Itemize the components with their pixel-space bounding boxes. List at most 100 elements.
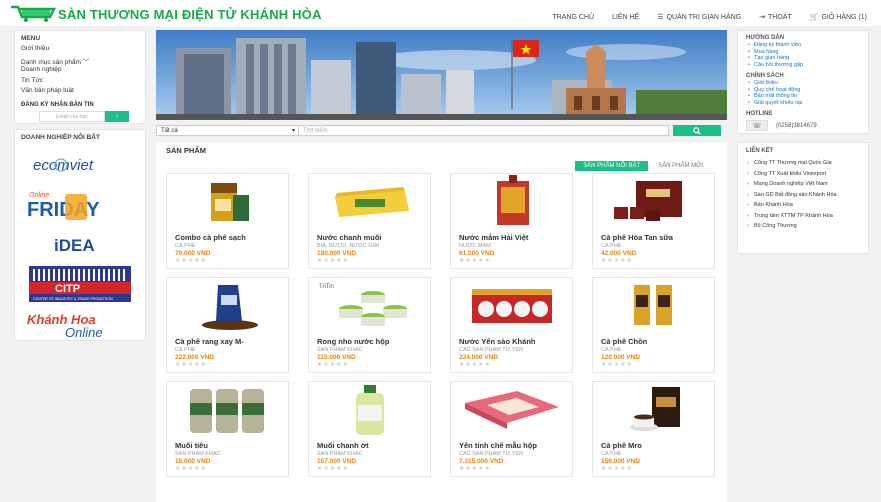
partner-logo-khanhhoa-online[interactable]: Khánh Hoa Online [21, 307, 139, 343]
chevron-down-icon: ﹀ [82, 58, 90, 66]
rating-stars: ★★★★★ [601, 466, 633, 472]
tab-featured[interactable]: SẢN PHẨM NỔI BẬT [575, 161, 649, 171]
fish-sauce-image [496, 175, 529, 225]
menu-item-categories-label: Danh mục sản phẩm [21, 58, 81, 66]
product-card[interactable]: Combo cà phê sạch CÀ PHÊ 70.000 VND ★★★★… [166, 173, 289, 269]
product-category: SẢN PHẨM KHÁC [317, 347, 363, 353]
link-trade-promotion-center[interactable]: Trung tâm XTTM TP Khánh Hòa [746, 213, 860, 220]
main-content: Tất cả ▾ Tìm kiếm SẢN PHẨM SẢN PHẨM NỔI … [156, 30, 727, 502]
product-card[interactable]: Nước mắm Hải Việt NƯỚC MẮM 61.000 VND ★★… [450, 173, 573, 269]
partner-logo-idea[interactable]: iDEA [21, 227, 139, 263]
product-card[interactable]: Cà phê Hòa Tan sữa CÀ PHÊ 42.000 VND ★★★… [592, 173, 715, 269]
nav-home[interactable]: TRANG CHỦ [552, 13, 594, 21]
link-real-estate[interactable]: Sàn GD Bất động sản Khánh Hòa [746, 192, 860, 199]
product-card[interactable]: Muối chanh ớt SẢN PHẨM KHÁC 157.000 VND … [308, 381, 431, 477]
product-category: SẢN PHẨM KHÁC [317, 451, 363, 457]
phone-icon: ☏ [746, 120, 768, 131]
product-tabs: SẢN PHẨM NỔI BẬT SẢN PHẨM MỚI [575, 161, 709, 171]
hero-banner [156, 30, 727, 120]
rating-stars: ★★★★★ [601, 258, 633, 264]
khanhhoa-online-logo: Khánh Hoa Online [27, 312, 103, 340]
citp-sub-text: CENTER OF INDUSTRY & TRADE PROMOTION [33, 297, 113, 301]
product-image: TriTin [309, 278, 430, 334]
seaweed-jars-image: TriTin [319, 284, 407, 326]
product-card[interactable]: Yến tinh chế mẫu hộp CÁC SẢN PHẨM TỪ YẾN… [450, 381, 573, 477]
search-button[interactable] [673, 125, 721, 136]
product-image [167, 278, 288, 334]
links-panel: LIÊN KẾT Cổng TT Thương mại Quốc Gia Cổn… [737, 142, 869, 254]
search-icon [693, 126, 701, 135]
product-price: 156.000 VND [601, 458, 641, 465]
product-name: Cà phê Hòa Tan sữa [601, 233, 673, 242]
category-select[interactable]: Tất cả ▾ [156, 125, 299, 136]
nav-manage-store[interactable]: ☰ QUẢN TRỊ GIAN HÀNG [657, 13, 741, 22]
product-category: BIA, RƯỢU, NƯỚC GIẢI [317, 243, 380, 249]
product-price: 222.000 VND [175, 354, 215, 361]
nav-logout[interactable]: ⇥ THOÁT [759, 13, 792, 22]
email-input[interactable]: Email của bạn [39, 110, 105, 122]
link-ministry-industry-trade[interactable]: Bộ Công Thương [746, 223, 860, 230]
product-price: 42.000 VND [601, 250, 637, 257]
menu-item-news[interactable]: Tin Tức [21, 77, 139, 88]
nav-logout-label: THOÁT [768, 13, 792, 21]
links-title: LIÊN KẾT [746, 148, 774, 154]
instant-coffee-image [613, 181, 682, 221]
partner-logo-citp[interactable]: CITP CENTER OF INDUSTRY & TRADE PROMOTIO… [21, 266, 139, 303]
cart-icon: 🛒 [809, 14, 819, 21]
product-card[interactable]: Nước chanh muối BIA, RƯỢU, NƯỚC GIẢI 180… [308, 173, 431, 269]
product-name: Nước Yến sào Khánh [459, 337, 536, 346]
top-nav: TRANG CHỦ LIÊN HỆ ☰ QUẢN TRỊ GIAN HÀNG ⇥… [552, 13, 867, 22]
product-price: 70.000 VND [175, 250, 211, 257]
top-bar: SÀN THƯƠNG MẠI ĐIỆN TỬ KHÁNH HÒA TRANG C… [0, 0, 881, 26]
rating-stars: ★★★★★ [175, 362, 207, 368]
product-category: CÀ PHÊ [601, 451, 622, 457]
link-vn-business-network[interactable]: Mạng Doanh nghiệp Việt Nam [746, 181, 860, 188]
product-card[interactable]: Nước Yến sào Khánh CÁC SẢN PHẨM TỪ YẾN 2… [450, 277, 573, 373]
policy-link-complaints[interactable]: Giải quyết khiếu nại [746, 100, 860, 107]
link-national-trade-portal[interactable]: Cổng TT Thương mại Quốc Gia [746, 160, 860, 167]
partner-logo-ecomviet[interactable]: ecomviet [21, 147, 139, 183]
tab-new[interactable]: SẢN PHẨM MỚI [652, 161, 709, 171]
guide-link-faq[interactable]: Câu hỏi thường gặp [746, 62, 860, 69]
product-category: CÀ PHÊ [601, 243, 622, 249]
menu-title: MENU [21, 35, 41, 42]
product-card[interactable]: Muối tiêu SẢN PHẨM KHÁC 15.000 VND ★★★★★ [166, 381, 289, 477]
link-khanhhoa-newspaper[interactable]: Báo Khánh Hòa [746, 202, 860, 209]
nav-contact[interactable]: LIÊN HỆ [612, 13, 639, 21]
product-name: Cà phê rang xay M- [175, 337, 244, 346]
product-image [309, 174, 430, 230]
search-input[interactable]: Tìm kiếm [299, 125, 669, 136]
product-card[interactable]: Cà phê Mro CÀ PHÊ 156.000 VND ★★★★★ [592, 381, 715, 477]
partner-logo-friday[interactable]: Online FRIDAY [21, 187, 139, 223]
product-category: CÀ PHÊ [175, 243, 196, 249]
friday-logo: Online FRIDAY [27, 192, 100, 221]
product-name: Yến tinh chế mẫu hộp [459, 441, 537, 450]
menu-item-legal[interactable]: Văn bản pháp luật [21, 87, 139, 98]
link-vinexport[interactable]: Cổng TT Xuất khẩu Vinexport [746, 171, 860, 178]
menu-item-business[interactable]: Doanh nghiệp [21, 66, 139, 77]
menu-item-categories[interactable]: Danh mục sản phẩm ﹀ [21, 56, 139, 67]
nav-cart[interactable]: 🛒 GIỎ HÀNG (1) [809, 13, 867, 22]
rating-stars: ★★★★★ [601, 362, 633, 368]
hotline-number[interactable]: (0258)3814679 [776, 123, 817, 129]
product-card[interactable]: TriTin Rong nho nước hộp SẢN PHẨM KHÁC 1… [308, 277, 431, 373]
site-logo[interactable]: SÀN THƯƠNG MẠI ĐIỆN TỬ KHÁNH HÒA [10, 5, 322, 23]
product-card[interactable]: Cà phê rang xay M- CÀ PHÊ 222.000 VND ★★… [166, 277, 289, 373]
rongnho-brand-text: TriTin [319, 284, 334, 290]
product-image [451, 382, 572, 438]
menu-item-intro[interactable]: Giới thiệu [21, 45, 139, 56]
lemon-chili-salt-image [355, 385, 384, 435]
subscribe-button[interactable]: › [105, 110, 129, 122]
product-card[interactable]: Cà phê Chồn CÀ PHÊ 120.000 VND ★★★★★ [592, 277, 715, 373]
cart-logo-icon [11, 5, 56, 22]
partners-title: DOANH NGHIỆP NỔI BẬT [21, 134, 100, 141]
guide-title: HƯỚNG DẪN [746, 35, 785, 41]
product-image [309, 382, 430, 438]
product-category: CÁC SẢN PHẨM TỪ YẾN [459, 451, 524, 457]
rating-stars: ★★★★★ [317, 258, 349, 264]
product-price: 115.000 VND [317, 354, 356, 361]
bird-nest-box-image [464, 391, 559, 429]
rating-stars: ★★★★★ [175, 258, 207, 264]
weasel-coffee-image [633, 285, 672, 325]
product-image [593, 278, 714, 334]
